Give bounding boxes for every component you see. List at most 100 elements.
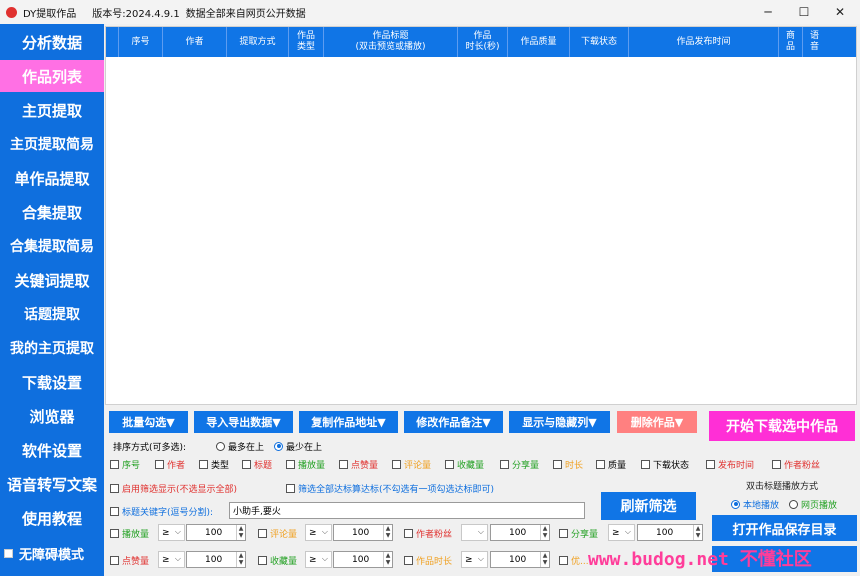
filter-author-fans-value[interactable]: 100 ▲ ▼ [490,524,550,541]
enable-filter-checkbox[interactable] [110,483,119,493]
column-header-voice[interactable]: 语 音 [803,27,826,57]
play-web-radio[interactable] [789,499,798,509]
filter-duration-option[interactable]: 作品时长 [404,554,452,567]
nav-tutorial[interactable]: 使用教程 [0,502,104,534]
spinner-arrows-icon[interactable]: ▲ ▼ [540,552,549,567]
column-header-duration[interactable]: 作品 时长(秒) [458,27,508,57]
nav-analyze-data[interactable]: 分析数据 [0,26,104,58]
delete-works-button[interactable]: 删除作品▼ [617,411,697,433]
close-button[interactable]: ✕ [820,0,860,24]
filter-quality-checkbox[interactable] [559,555,568,565]
filter-plays-value[interactable]: 100 ▲ ▼ [186,524,246,541]
filter-comments-operator[interactable]: ≥ ⌵ [305,524,332,541]
sort-least-top-option[interactable]: 最少在上 [274,440,322,453]
column-header-title[interactable]: 作品标题 (双击预览或播放) [324,27,458,57]
nav-single-extract[interactable]: 单作品提取 [0,162,104,194]
sort-field-likes[interactable]: 点赞量 [339,458,378,471]
accessibility-checkbox[interactable] [4,549,13,558]
column-header-quality[interactable]: 作品质量 [508,27,570,57]
open-save-folder-button[interactable]: 打开作品保存目录 [712,515,857,541]
nav-collection-extract[interactable]: 合集提取 [0,196,104,228]
show-hide-columns-button[interactable]: 显示与隐藏列▼ [509,411,610,433]
sort-least-top-radio[interactable] [274,441,283,451]
spinner-arrows-icon[interactable]: ▲ ▼ [236,552,245,567]
nav-download-settings[interactable]: 下载设置 [0,366,104,398]
filter-comments-option[interactable]: 评论量 [258,527,297,540]
minimize-button[interactable]: ─ [748,0,788,24]
nav-homepage-extract[interactable]: 主页提取 [0,94,104,126]
spinner-arrows-icon[interactable]: ▲ ▼ [236,525,245,540]
sort-publish-time-checkbox[interactable] [706,459,715,469]
works-table[interactable]: 序号 作者 提取方式 作品 类型 作品标题 (双击预览或播放) 作品 时长(秒)… [105,26,857,405]
filter-author-fans-checkbox[interactable] [404,528,413,538]
filter-plays-checkbox[interactable] [110,528,119,538]
spinner-arrows-icon[interactable]: ▲ ▼ [383,525,392,540]
filter-likes-operator[interactable]: ≥ ⌵ [158,551,185,568]
spinner-arrows-icon[interactable]: ▲ ▼ [540,525,549,540]
sort-shares-checkbox[interactable] [500,459,509,469]
copy-url-button[interactable]: 复制作品地址▼ [299,411,398,433]
refresh-filter-button[interactable]: 刷新筛选 [601,492,696,520]
column-header-index[interactable]: 序号 [119,27,163,57]
sort-field-author[interactable]: 作者 [155,458,185,471]
sort-index-checkbox[interactable] [110,459,119,469]
column-header-type[interactable]: 作品 类型 [289,27,324,57]
filter-shares-checkbox[interactable] [559,528,568,538]
accessibility-mode-toggle[interactable]: 无障碍模式 [4,544,84,563]
enable-filter-option[interactable]: 启用筛选显示(不选显示全部) [110,482,237,495]
filter-favorites-operator[interactable]: ≥ ⌵ [305,551,332,568]
play-local-option[interactable]: 本地播放 [731,498,779,511]
edit-note-button[interactable]: 修改作品备注▼ [404,411,503,433]
sort-title-checkbox[interactable] [242,459,251,469]
nav-browser[interactable]: 浏览器 [0,400,104,432]
import-export-button[interactable]: 导入导出数据▼ [194,411,293,433]
filter-quality-option[interactable]: 优... [559,554,589,567]
column-header-select[interactable] [106,27,119,57]
batch-select-button[interactable]: 批量勾选▼ [109,411,188,433]
spinner-arrows-icon[interactable]: ▲ ▼ [693,525,702,540]
sort-author-checkbox[interactable] [155,459,164,469]
sort-field-author-fans[interactable]: 作者粉丝 [772,458,820,471]
filter-duration-checkbox[interactable] [404,555,413,565]
nav-collection-extract-simple[interactable]: 合集提取简易 [0,230,104,262]
column-header-author[interactable]: 作者 [163,27,227,57]
title-keyword-input[interactable]: 小助手,要火 [229,502,585,519]
title-keyword-option[interactable]: 标题关键字(逗号分割): [110,505,213,518]
filter-favorites-checkbox[interactable] [258,555,267,565]
sort-quality-checkbox[interactable] [596,459,605,469]
column-header-download-status[interactable]: 下载状态 [570,27,629,57]
sort-download-status-checkbox[interactable] [641,459,650,469]
column-header-publish-time[interactable]: 作品发布时间 [629,27,779,57]
sort-field-quality[interactable]: 质量 [596,458,626,471]
filter-shares-value[interactable]: 100 ▲ ▼ [637,524,703,541]
filter-author-fans-operator[interactable]: ⌵ [461,524,488,541]
title-keyword-checkbox[interactable] [110,506,119,516]
filter-plays-option[interactable]: 播放量 [110,527,149,540]
filter-comments-value[interactable]: 100 ▲ ▼ [333,524,393,541]
play-local-radio[interactable] [731,499,740,509]
filter-all-meet-checkbox[interactable] [286,483,295,493]
filter-favorites-option[interactable]: 收藏量 [258,554,297,567]
nav-speech-to-text[interactable]: 语音转写文案 [0,468,104,500]
sort-favorites-checkbox[interactable] [445,459,454,469]
start-download-button[interactable]: 开始下载选中作品 [709,411,855,441]
column-header-product[interactable]: 商 品 [779,27,803,57]
sort-field-index[interactable]: 序号 [110,458,140,471]
filter-all-meet-option[interactable]: 筛选全部达标算达标(不勾选有一项勾选达标即可) [286,482,494,495]
filter-favorites-value[interactable]: 100 ▲ ▼ [333,551,393,568]
sort-field-download-status[interactable]: 下载状态 [641,458,689,471]
sort-duration-checkbox[interactable] [553,459,562,469]
column-header-method[interactable]: 提取方式 [227,27,289,57]
maximize-button[interactable]: ☐ [784,0,824,24]
sort-most-top-radio[interactable] [216,441,225,451]
sort-field-shares[interactable]: 分享量 [500,458,539,471]
sort-field-type[interactable]: 类型 [199,458,229,471]
sort-plays-checkbox[interactable] [286,459,295,469]
filter-duration-value[interactable]: 100 ▲ ▼ [490,551,550,568]
sort-comments-checkbox[interactable] [392,459,401,469]
sort-field-duration[interactable]: 时长 [553,458,583,471]
filter-author-fans-option[interactable]: 作者粉丝 [404,527,452,540]
nav-software-settings[interactable]: 软件设置 [0,434,104,466]
filter-comments-checkbox[interactable] [258,528,267,538]
filter-likes-option[interactable]: 点赞量 [110,554,149,567]
